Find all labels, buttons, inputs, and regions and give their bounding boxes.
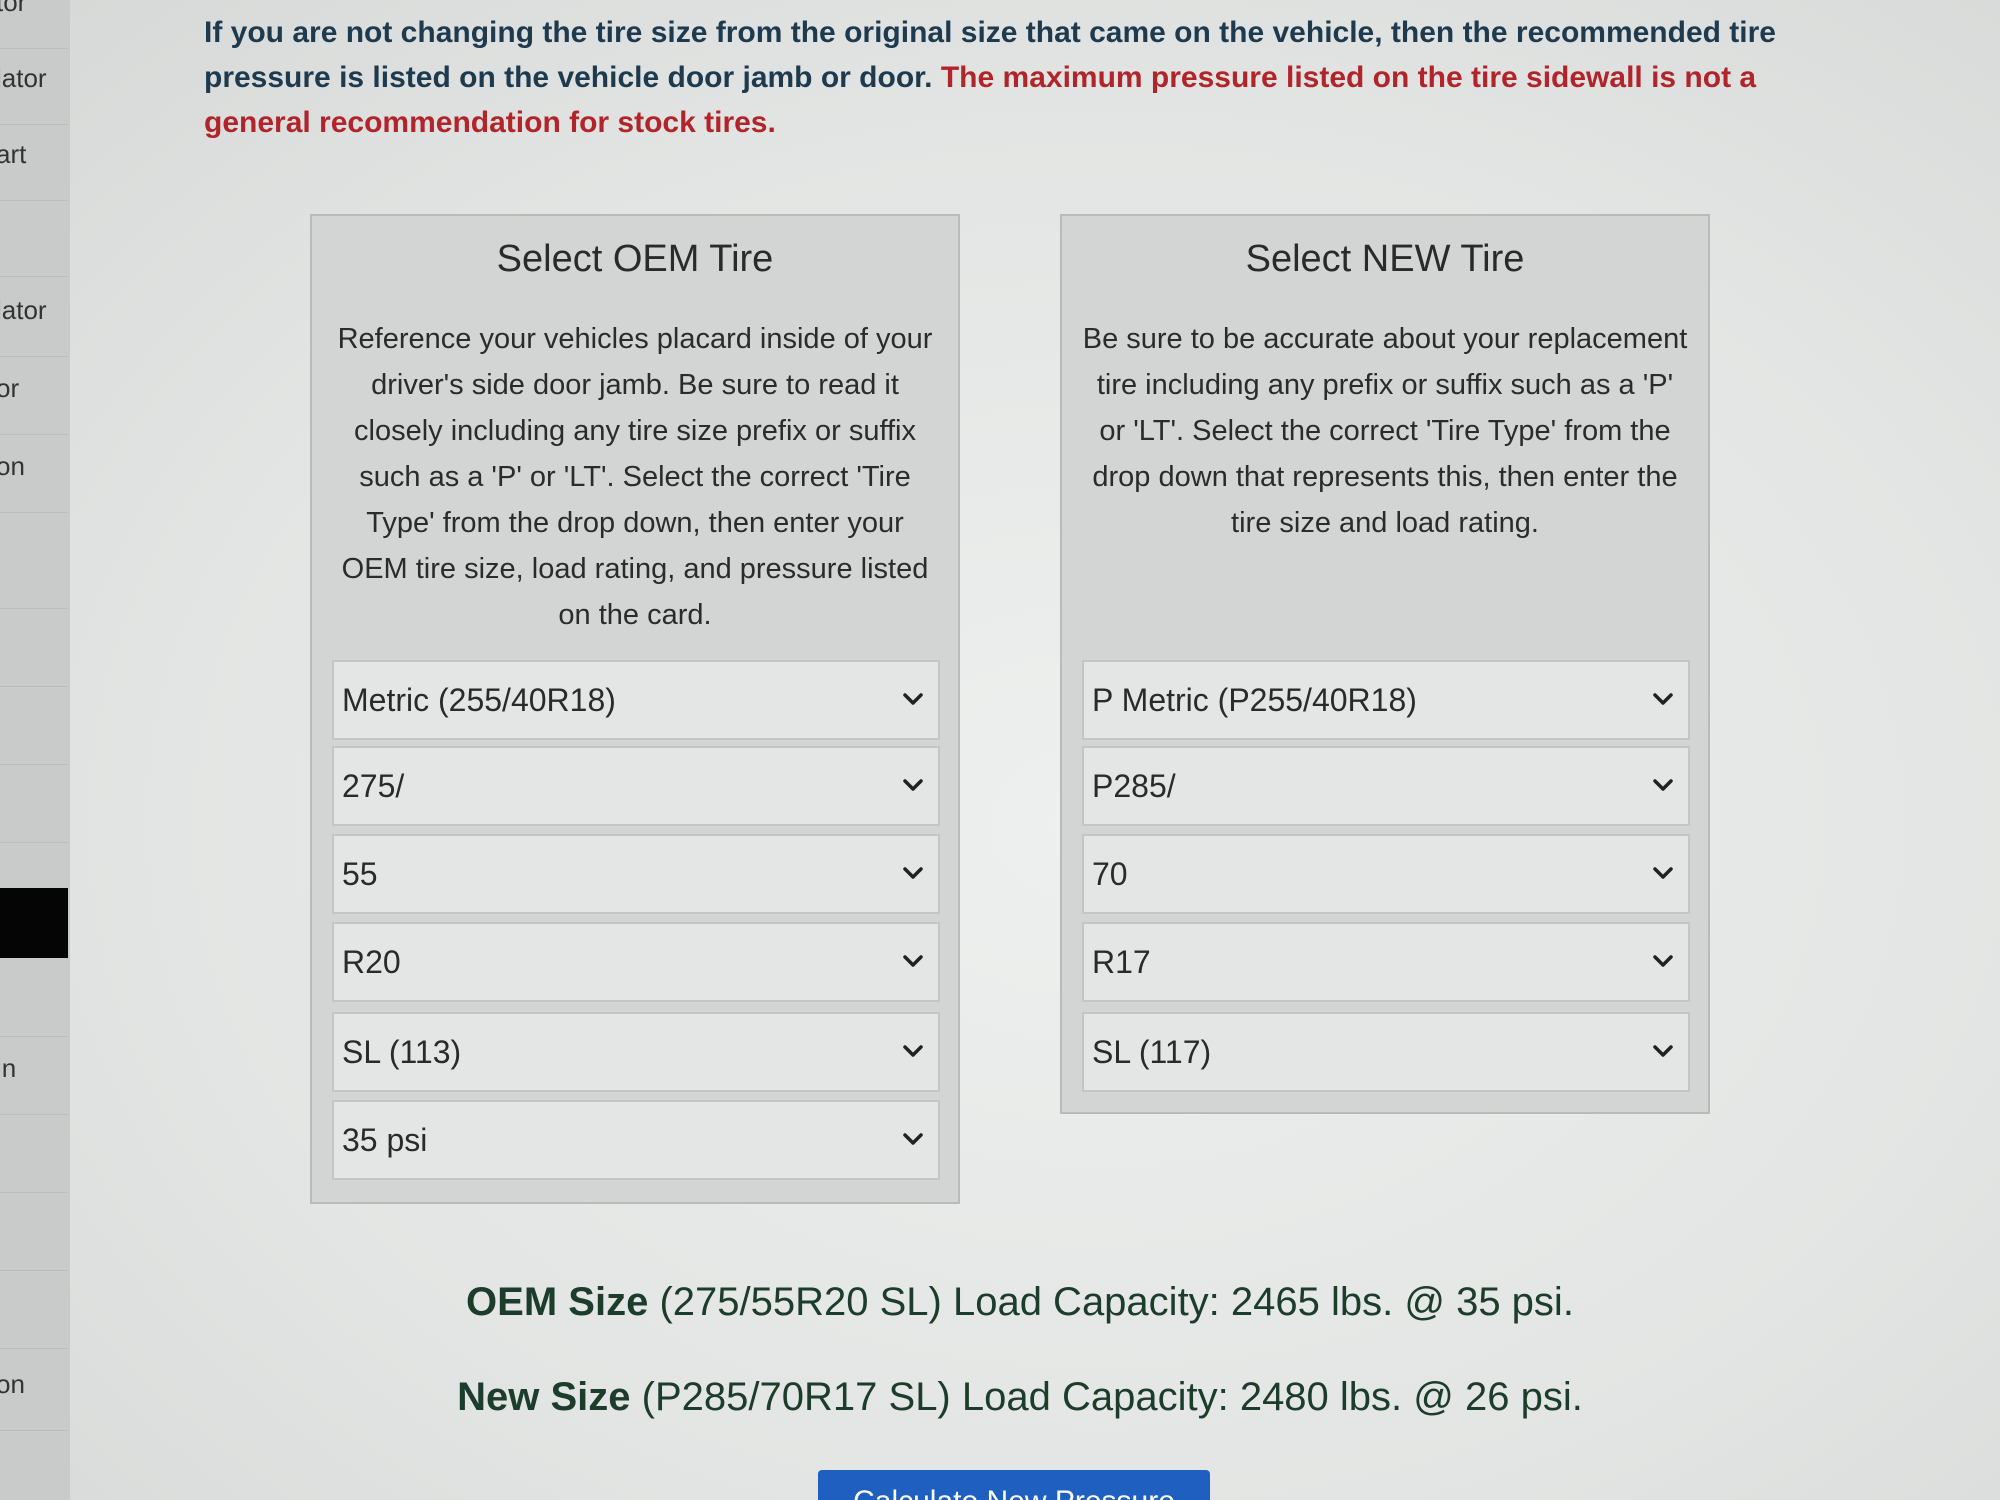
new-panel-description: Be sure to be accurate about your replac… <box>1082 323 1688 539</box>
select-value: P Metric (P255/40R18) <box>1092 682 1417 718</box>
sidebar-item[interactable] <box>0 1194 68 1271</box>
new-size-details: (P285/70R17 SL) Load Capacity: 2480 lbs.… <box>641 1375 1583 1419</box>
chevron-down-icon <box>1653 693 1673 705</box>
sidebar-item[interactable] <box>0 960 68 1037</box>
new-tire-panel: Select NEW Tire Be sure to be accurate a… <box>1060 214 1710 1114</box>
sidebar-item[interactable]: lator <box>0 48 68 125</box>
chevron-down-icon <box>903 955 923 967</box>
sidebar-item[interactable]: or <box>0 358 68 435</box>
oem-rim-select[interactable]: R20 <box>332 922 940 1002</box>
sidebar-item-active[interactable] <box>0 888 68 958</box>
oem-size-label: OEM Size <box>466 1280 649 1324</box>
select-value: 35 psi <box>342 1122 428 1158</box>
oem-aspect-select[interactable]: 55 <box>332 834 940 914</box>
new-load-select[interactable]: SL (117) <box>1082 1012 1690 1092</box>
select-value: SL (113) <box>342 1034 462 1070</box>
oem-width-select[interactable]: 275/ <box>332 746 940 826</box>
new-rim-select[interactable]: R17 <box>1082 922 1690 1002</box>
pressure-notice: If you are not changing the tire size fr… <box>204 10 1824 145</box>
select-value: R17 <box>1092 944 1151 980</box>
sidebar-item[interactable]: on <box>0 436 68 513</box>
chevron-down-icon <box>1653 1045 1673 1057</box>
oem-pressure-select[interactable]: 35 psi <box>332 1100 940 1180</box>
sidebar-item[interactable] <box>0 766 68 843</box>
oem-size-result: OEM Size (275/55R20 SL) Load Capacity: 2… <box>0 1280 2000 1325</box>
select-value: Metric (255/40R18) <box>342 682 616 718</box>
sidebar-item-label: or <box>0 373 20 403</box>
oem-panel-title: Select OEM Tire <box>496 238 774 280</box>
oem-panel-description: Reference your vehicles placard inside o… <box>337 323 933 631</box>
new-panel-title: Select NEW Tire <box>1245 238 1525 280</box>
sidebar-item[interactable] <box>0 532 68 609</box>
sidebar-item[interactable] <box>0 200 68 277</box>
chevron-down-icon <box>903 867 923 879</box>
chevron-down-icon <box>903 693 923 705</box>
chevron-down-icon <box>903 779 923 791</box>
new-size-label: New Size <box>457 1375 631 1419</box>
oem-tire-type-select[interactable]: Metric (255/40R18) <box>332 660 940 740</box>
sidebar-item[interactable] <box>0 610 68 687</box>
oem-size-details: (275/55R20 SL) Load Capacity: 2465 lbs. … <box>659 1280 1574 1324</box>
sidebar-item-label: lator <box>0 63 47 93</box>
select-value: 55 <box>342 856 378 892</box>
chevron-down-icon <box>1653 955 1673 967</box>
sidebar-item[interactable]: in <box>0 1038 68 1115</box>
new-tire-type-select[interactable]: P Metric (P255/40R18) <box>1082 660 1690 740</box>
chevron-down-icon <box>903 1133 923 1145</box>
select-value: SL (117) <box>1092 1034 1212 1070</box>
sidebar-item[interactable]: art <box>0 124 68 201</box>
select-value: 70 <box>1092 856 1128 892</box>
new-aspect-select[interactable]: 70 <box>1082 834 1690 914</box>
sidebar-item-label: in <box>0 1053 17 1083</box>
calculate-button-label: Calculate New Pressure <box>853 1485 1175 1500</box>
sidebar-item-label: on <box>0 451 25 481</box>
calculate-button[interactable]: Calculate New Pressure <box>818 1470 1210 1500</box>
sidebar-item-label: lator <box>0 295 47 325</box>
sidebar-item-label: art <box>0 139 27 169</box>
sidebar-item-label: tor <box>0 0 27 17</box>
sidebar-item[interactable] <box>0 688 68 765</box>
chevron-down-icon <box>1653 779 1673 791</box>
new-size-result: New Size (P285/70R17 SL) Load Capacity: … <box>0 1375 2000 1420</box>
page: tor lator art lator or on in on If you a… <box>0 0 2000 1500</box>
sidebar: tor lator art lator or on in on <box>0 0 70 1500</box>
sidebar-item[interactable]: tor <box>0 0 68 49</box>
oem-tire-panel: Select OEM Tire Reference your vehicles … <box>310 214 960 1204</box>
chevron-down-icon <box>1653 867 1673 879</box>
chevron-down-icon <box>903 1045 923 1057</box>
sidebar-item[interactable]: lator <box>0 280 68 357</box>
select-value: R20 <box>342 944 401 980</box>
select-value: 275/ <box>342 768 405 804</box>
sidebar-item[interactable] <box>0 1432 68 1500</box>
new-width-select[interactable]: P285/ <box>1082 746 1690 826</box>
sidebar-item[interactable] <box>0 1116 68 1193</box>
oem-load-select[interactable]: SL (113) <box>332 1012 940 1092</box>
select-value: P285/ <box>1092 768 1176 804</box>
